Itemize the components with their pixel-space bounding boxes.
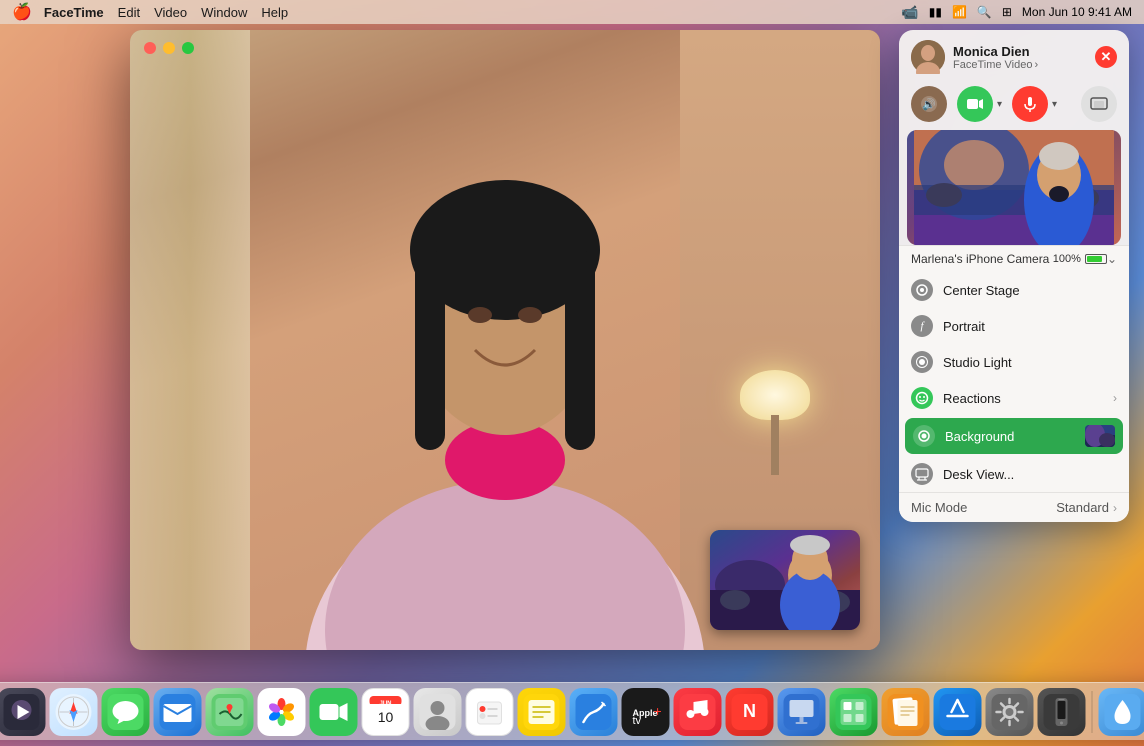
dock-item-maps[interactable] (206, 688, 254, 736)
camera-options-panel: Marlena's iPhone Camera 100% ⌄ Center St… (899, 245, 1129, 522)
mic-dropdown-arrow[interactable]: ▾ (1052, 99, 1057, 110)
menu-video[interactable]: Video (154, 5, 187, 20)
reactions-label: Reactions (943, 391, 1103, 406)
dock-item-keynote[interactable] (778, 688, 826, 736)
wifi-icon[interactable]: 📶 (952, 5, 967, 19)
svg-text:tv: tv (633, 715, 642, 727)
battery-fill (1087, 256, 1102, 262)
camera-header: Marlena's iPhone Camera 100% ⌄ (899, 245, 1129, 272)
video-dropdown-arrow[interactable]: ▾ (997, 99, 1002, 110)
datetime: Mon Jun 10 9:41 AM (1022, 5, 1132, 19)
close-button[interactable] (144, 42, 156, 54)
reactions-icon (911, 387, 933, 409)
caller-video-preview (907, 130, 1121, 245)
self-view-thumbnail[interactable] (710, 530, 860, 630)
menu-help[interactable]: Help (261, 5, 288, 20)
menubar: 🍎 FaceTime Edit Video Window Help 📹 ▮▮ 📶… (0, 0, 1144, 24)
dock-item-pages[interactable] (882, 688, 930, 736)
menu-item-background[interactable]: Background (905, 418, 1123, 454)
camera-chevron[interactable]: ⌄ (1107, 252, 1117, 266)
caller-avatar (911, 40, 945, 74)
background-icon (913, 425, 935, 447)
menu-window[interactable]: Window (201, 5, 247, 20)
menu-item-desk-view[interactable]: Desk View... (899, 456, 1129, 492)
dock-item-sysprefs[interactable] (986, 688, 1034, 736)
menu-item-portrait[interactable]: f Portrait (899, 308, 1129, 344)
speaker-button[interactable]: 🔊 (911, 86, 947, 122)
dock-item-settings[interactable] (1099, 688, 1144, 736)
svg-text:+: + (654, 703, 662, 719)
svg-text:10: 10 (378, 709, 394, 725)
search-icon[interactable]: 🔍 (977, 5, 992, 19)
desk-view-icon (911, 463, 933, 485)
dock-item-messages[interactable] (102, 688, 150, 736)
notification-header: Monica Dien FaceTime Video › ✕ (899, 30, 1129, 82)
dock-item-contacts[interactable] (414, 688, 462, 736)
dock-item-news[interactable]: N (726, 688, 774, 736)
background-thumbnail (1085, 425, 1115, 447)
mic-mode-arrow-icon: › (1113, 501, 1117, 515)
dock-item-music[interactable] (674, 688, 722, 736)
facetime-window (130, 30, 880, 650)
menubar-right: 📹 ▮▮ 📶 🔍 ⊞ Mon Jun 10 9:41 AM (901, 4, 1132, 21)
dock-item-tv[interactable]: Apple tv + (622, 688, 670, 736)
mute-button[interactable] (1012, 86, 1048, 122)
studio-light-label: Studio Light (943, 355, 1117, 370)
share-screen-button[interactable] (1081, 86, 1117, 122)
mic-mode-label: Mic Mode (911, 500, 1056, 515)
desk-view-label: Desk View... (943, 467, 1117, 482)
studio-light-icon (911, 351, 933, 373)
fullscreen-button[interactable] (182, 42, 194, 54)
background-label: Background (945, 429, 1075, 444)
portrait-icon: f (911, 315, 933, 337)
dock: JUN 10 (0, 682, 1144, 740)
reactions-arrow: › (1113, 391, 1117, 405)
chevron-icon: › (1034, 59, 1038, 71)
menu-item-center-stage[interactable]: Center Stage (899, 272, 1129, 308)
facetime-icon[interactable]: 📹 (901, 4, 918, 21)
dock-item-calendar[interactable]: JUN 10 (362, 688, 410, 736)
dock-item-appstore[interactable] (934, 688, 982, 736)
app-name[interactable]: FaceTime (44, 5, 104, 20)
window-controls (144, 42, 194, 54)
call-controls: 🔊 ▾ ▾ (899, 82, 1129, 130)
menu-edit[interactable]: Edit (118, 5, 140, 20)
camera-name: Marlena's iPhone Camera (911, 252, 1053, 266)
dock-item-iphone-mirroring[interactable] (1038, 688, 1086, 736)
menu-item-studio-light[interactable]: Studio Light (899, 344, 1129, 380)
dock-item-reminders[interactable] (466, 688, 514, 736)
menu-item-reactions[interactable]: Reactions › (899, 380, 1129, 416)
caller-preview-person (914, 130, 1114, 245)
dock-item-photos[interactable] (258, 688, 306, 736)
call-type: FaceTime Video › (953, 59, 1087, 71)
dock-item-notes[interactable] (518, 688, 566, 736)
svg-text:JUN: JUN (379, 701, 391, 707)
minimize-button[interactable] (163, 42, 175, 54)
video-button[interactable] (957, 86, 993, 122)
notification-panel: Monica Dien FaceTime Video › ✕ 🔊 ▾ (899, 30, 1129, 522)
self-view-person (710, 530, 860, 630)
dock-item-launchpad[interactable] (0, 688, 46, 736)
caller-name: Monica Dien (953, 44, 1087, 59)
dock-item-numbers[interactable] (830, 688, 878, 736)
mic-mode-row[interactable]: Mic Mode Standard › (899, 492, 1129, 522)
portrait-label: Portrait (943, 319, 1117, 334)
close-notification-button[interactable]: ✕ (1095, 46, 1117, 68)
dock-separator (1092, 691, 1093, 733)
mic-mode-value: Standard (1056, 500, 1109, 515)
svg-text:N: N (743, 701, 756, 721)
dock-item-freeform[interactable] (570, 688, 618, 736)
battery-indicator: 100% (1053, 253, 1107, 265)
caller-info: Monica Dien FaceTime Video › (953, 44, 1087, 71)
battery-bar (1085, 254, 1107, 264)
dock-item-facetime[interactable] (310, 688, 358, 736)
svg-text:🔊: 🔊 (922, 97, 936, 111)
dock-item-mail[interactable] (154, 688, 202, 736)
apple-menu[interactable]: 🍎 (12, 2, 32, 22)
battery-icon: ▮▮ (929, 5, 942, 19)
center-stage-label: Center Stage (943, 283, 1117, 298)
control-center-icon[interactable]: ⊞ (1002, 5, 1012, 19)
center-stage-icon (911, 279, 933, 301)
dock-item-safari[interactable] (50, 688, 98, 736)
